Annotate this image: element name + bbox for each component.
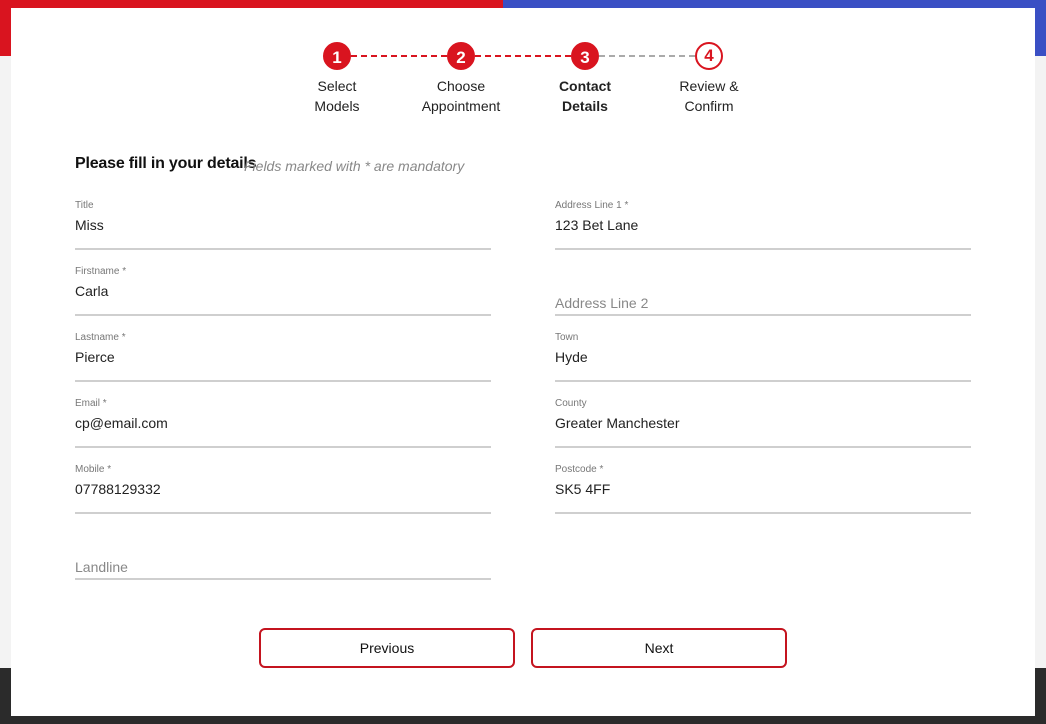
town-field[interactable]: Town Hyde	[555, 332, 971, 382]
field-label: County	[555, 398, 587, 409]
step-contact-details: 3 Contact Details	[525, 42, 645, 116]
field-value: Pierce	[75, 349, 115, 365]
field-label: Lastname *	[75, 332, 126, 343]
field-value: 07788129332	[75, 481, 161, 497]
step-label: Choose Appointment	[421, 78, 501, 114]
step-number: 1	[323, 42, 351, 70]
field-value: SK5 4FF	[555, 481, 611, 497]
step-choose-appointment[interactable]: 2 Choose Appointment	[401, 42, 521, 116]
title-field[interactable]: Title Miss	[75, 200, 491, 250]
form-card: 1 Select Models 2 Choose Appointment 3 C…	[11, 8, 1035, 716]
step-label: Contact Details	[558, 78, 612, 114]
landline-field[interactable]: Landline	[75, 530, 491, 580]
step-label: Select Models	[314, 78, 360, 114]
field-value: 123 Bet Lane	[555, 217, 639, 233]
mandatory-note: Fields marked with * are mandatory	[244, 158, 465, 174]
step-number: 3	[571, 42, 599, 70]
field-label: Postcode *	[555, 464, 604, 475]
field-label: Town	[555, 332, 579, 343]
firstname-field[interactable]: Firstname * Carla	[75, 266, 491, 316]
postcode-field[interactable]: Postcode * SK5 4FF	[555, 464, 971, 514]
field-label: Title	[75, 200, 94, 211]
form-heading: Please fill in your details	[75, 155, 257, 172]
field-value: Greater Manchester	[555, 415, 680, 431]
field-label: Address Line 1 *	[555, 200, 629, 211]
field-value: cp@email.com	[75, 415, 168, 431]
field-placeholder: Address Line 2	[555, 295, 649, 311]
step-number: 2	[447, 42, 475, 70]
previous-button[interactable]: Previous	[259, 628, 515, 668]
mobile-field[interactable]: Mobile * 07788129332	[75, 464, 491, 514]
step-number: 4	[695, 42, 723, 70]
next-button[interactable]: Next	[531, 628, 787, 668]
field-label: Mobile *	[75, 464, 112, 475]
field-value: Miss	[75, 217, 104, 233]
field-placeholder: Landline	[75, 559, 128, 575]
county-field[interactable]: County Greater Manchester	[555, 398, 971, 448]
step-label: Review & Confirm	[679, 78, 739, 114]
field-value: Carla	[75, 283, 109, 299]
address-line-1-field[interactable]: Address Line 1 * 123 Bet Lane	[555, 200, 971, 250]
field-value: Hyde	[555, 349, 588, 365]
address-line-2-field[interactable]: Address Line 2	[555, 266, 971, 316]
step-review-confirm: 4 Review & Confirm	[649, 42, 769, 116]
field-label: Firstname *	[75, 266, 127, 277]
email-field[interactable]: Email * cp@email.com	[75, 398, 491, 448]
lastname-field[interactable]: Lastname * Pierce	[75, 332, 491, 382]
field-label: Email *	[75, 398, 107, 409]
step-select-models[interactable]: 1 Select Models	[277, 42, 397, 116]
progress-stepper: 1 Select Models 2 Choose Appointment 3 C…	[11, 8, 1035, 128]
